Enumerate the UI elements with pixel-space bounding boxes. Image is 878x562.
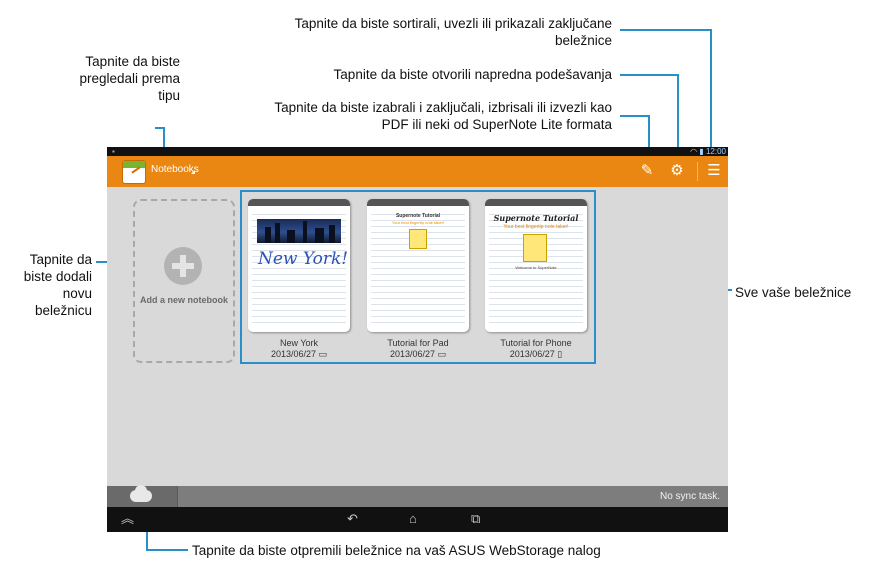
overflow-menu-icon[interactable]: ☰ bbox=[705, 162, 723, 180]
dropdown-triangle-icon bbox=[191, 170, 195, 174]
bottom-bar: No sync task. bbox=[107, 485, 728, 507]
callout-add-notebook: Tapnite da biste dodali novu beležnicu bbox=[23, 252, 92, 318]
callout-upload: Tapnite da biste otpremili beležnice na … bbox=[192, 543, 601, 558]
callout-settings: Tapnite da biste otvorili napredna podeš… bbox=[333, 67, 612, 82]
connector-select-h bbox=[620, 115, 650, 117]
callout-all-notebooks: Sve vaše beležnice bbox=[735, 285, 852, 300]
add-notebook-button[interactable]: Add a new notebook bbox=[133, 199, 235, 363]
add-notebook-label: Add a new notebook bbox=[139, 295, 228, 305]
action-bar-divider bbox=[697, 162, 698, 181]
callout-select-lock: Tapnite da biste izabrali i zaključali, … bbox=[274, 100, 612, 132]
connector-settings-h bbox=[620, 74, 679, 76]
plus-icon bbox=[164, 247, 202, 285]
recent-apps-icon[interactable]: ⧉ bbox=[471, 511, 480, 527]
notebooks-highlight-frame bbox=[240, 190, 596, 364]
status-time: ◠ ▮ 12:00 bbox=[690, 147, 726, 156]
connector-sort-h bbox=[620, 29, 712, 31]
cloud-gear-icon bbox=[130, 485, 152, 502]
wifi-icon: ◠ ▮ bbox=[690, 147, 706, 156]
callout-view-by-type: Tapnite da biste pregledali prema tipu bbox=[79, 54, 180, 103]
tablet-screen: ▪ ◠ ▮ 12:00 Notebooks ✎ ⚙ ☰ Add a new no… bbox=[107, 147, 728, 532]
sync-status: No sync task. bbox=[659, 491, 720, 502]
action-bar: Notebooks ✎ ⚙ ☰ bbox=[107, 156, 728, 187]
system-nav-bar: ︽ ↶ ⌂ ⧉ bbox=[107, 507, 728, 532]
supernote-app-icon[interactable] bbox=[122, 160, 146, 184]
connector-sort-v bbox=[710, 29, 712, 159]
notebook-grid: Add a new notebook New York! New York 20… bbox=[107, 187, 728, 486]
connector-upload-h bbox=[146, 549, 188, 551]
webstorage-upload-button[interactable] bbox=[107, 485, 178, 507]
notification-icon: ▪ bbox=[112, 147, 115, 156]
status-bar: ▪ ◠ ▮ 12:00 bbox=[107, 147, 728, 156]
callout-sort-import: Tapnite da biste sortirali, uvezli ili p… bbox=[294, 16, 612, 48]
up-chevron-icon[interactable]: ︽ bbox=[121, 511, 134, 527]
select-edit-icon[interactable]: ✎ bbox=[638, 162, 656, 180]
back-icon[interactable]: ↶ bbox=[347, 511, 358, 527]
notebooks-type-dropdown[interactable]: Notebooks bbox=[151, 164, 199, 175]
settings-gear-icon[interactable]: ⚙ bbox=[668, 162, 686, 180]
home-icon[interactable]: ⌂ bbox=[409, 511, 417, 527]
